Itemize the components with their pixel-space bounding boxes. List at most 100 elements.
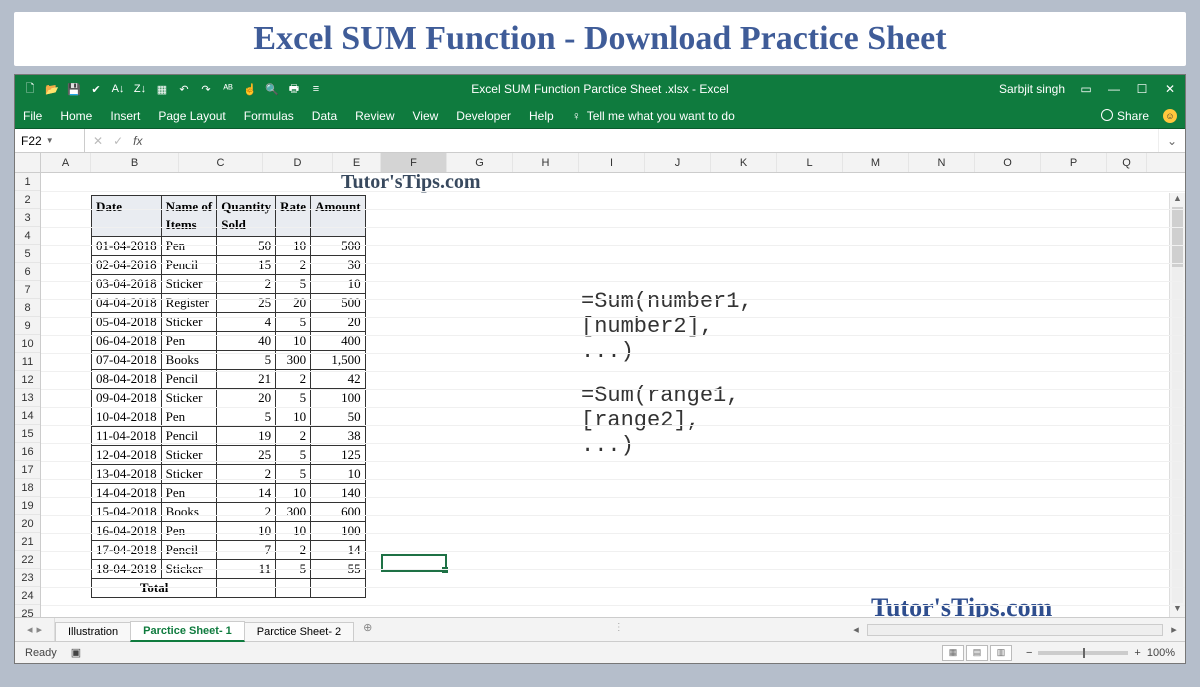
table-cell[interactable]: 7	[217, 541, 276, 560]
tab-data[interactable]: Data	[312, 109, 337, 123]
table-cell[interactable]: 14	[217, 484, 276, 503]
row-header-5[interactable]: 5	[15, 245, 40, 263]
row-header-20[interactable]: 20	[15, 515, 40, 533]
table-cell[interactable]: 25	[217, 294, 276, 313]
sheet-tab[interactable]: Parctice Sheet- 1	[130, 621, 245, 642]
row-header-17[interactable]: 17	[15, 461, 40, 479]
table-cell[interactable]: 5	[276, 389, 311, 408]
col-header-F[interactable]: F	[381, 153, 447, 172]
col-header-A[interactable]: A	[41, 153, 91, 172]
row-header-12[interactable]: 12	[15, 371, 40, 389]
table-cell[interactable]: 14	[311, 541, 366, 560]
col-header-L[interactable]: L	[777, 153, 843, 172]
prev-sheet-icon[interactable]: ◂	[27, 623, 33, 636]
zoom-level[interactable]: 100%	[1147, 647, 1175, 659]
table-cell[interactable]: 2	[217, 503, 276, 522]
row-header-16[interactable]: 16	[15, 443, 40, 461]
zoom-control[interactable]: − + 100%	[1026, 647, 1175, 659]
table-cell[interactable]: Pen	[161, 408, 217, 427]
table-cell[interactable]: Books	[161, 503, 217, 522]
table-cell[interactable]: 100	[311, 522, 366, 541]
sort-asc-icon[interactable]: A↓	[111, 82, 125, 96]
row-header-10[interactable]: 10	[15, 335, 40, 353]
table-cell[interactable]: 2	[217, 465, 276, 484]
table-cell[interactable]: 15-04-2018	[92, 503, 162, 522]
table-cell[interactable]: 17-04-2018	[92, 541, 162, 560]
table-cell[interactable]: 14-04-2018	[92, 484, 162, 503]
row-header-25[interactable]: 25	[15, 605, 40, 617]
scroll-thumb[interactable]	[1172, 207, 1183, 267]
sort-desc-icon[interactable]: Z↓	[133, 82, 147, 96]
row-header-15[interactable]: 15	[15, 425, 40, 443]
sheet-nav[interactable]: ◂ ▸	[15, 618, 55, 641]
touch-icon[interactable]: ☝	[243, 82, 257, 96]
col-header-C[interactable]: C	[179, 153, 263, 172]
table-cell[interactable]: Pencil	[161, 541, 217, 560]
vertical-scrollbar[interactable]: ▲ ▼	[1169, 193, 1185, 617]
page-layout-view-icon[interactable]: ▤	[966, 645, 988, 661]
scroll-right-icon[interactable]: ▸	[1167, 623, 1181, 636]
tell-me[interactable]: ♀ Tell me what you want to do	[572, 109, 735, 123]
chevron-down-icon[interactable]: ▼	[46, 136, 54, 145]
tab-review[interactable]: Review	[355, 109, 394, 123]
col-header-D[interactable]: D	[263, 153, 333, 172]
table-cell[interactable]: Pen	[161, 484, 217, 503]
col-header-I[interactable]: I	[579, 153, 645, 172]
table-cell[interactable]: 10	[217, 522, 276, 541]
table-cell[interactable]: 04-04-2018	[92, 294, 162, 313]
table-cell[interactable]: 08-04-2018	[92, 370, 162, 389]
table-cell[interactable]: 2	[276, 370, 311, 389]
row-header-1[interactable]: 1	[15, 173, 40, 191]
table-cell[interactable]: 10	[276, 522, 311, 541]
table-cell[interactable]: 10	[276, 484, 311, 503]
fill-handle[interactable]	[442, 567, 448, 573]
sheet-tab[interactable]: Parctice Sheet- 2	[244, 622, 354, 641]
table-cell[interactable]: Pen	[161, 237, 217, 256]
page-break-view-icon[interactable]: ▥	[990, 645, 1012, 661]
table-cell[interactable]: 10	[311, 275, 366, 294]
table-cell[interactable]: 5	[276, 313, 311, 332]
row-header-14[interactable]: 14	[15, 407, 40, 425]
row-header-4[interactable]: 4	[15, 227, 40, 245]
table-cell[interactable]: 20	[217, 389, 276, 408]
table-icon[interactable]: ▦	[155, 82, 169, 96]
table-cell[interactable]: 20	[276, 294, 311, 313]
formula-expand-icon[interactable]: ⌄	[1158, 129, 1185, 152]
more-icon[interactable]: ≡	[309, 82, 323, 96]
table-cell[interactable]: 500	[311, 294, 366, 313]
share-button[interactable]: Share	[1101, 108, 1149, 123]
row-header-13[interactable]: 13	[15, 389, 40, 407]
row-header-6[interactable]: 6	[15, 263, 40, 281]
row-header-2[interactable]: 2	[15, 191, 40, 209]
next-sheet-icon[interactable]: ▸	[37, 623, 43, 636]
fx-icon[interactable]: fx	[133, 134, 142, 148]
table-cell[interactable]: Sticker	[161, 275, 217, 294]
col-header-E[interactable]: E	[333, 153, 381, 172]
name-box[interactable]: F22 ▼	[15, 129, 85, 152]
table-cell[interactable]: Sticker	[161, 313, 217, 332]
cancel-icon[interactable]: ✕	[93, 134, 103, 148]
tab-home[interactable]: Home	[60, 109, 92, 123]
worksheet-grid[interactable]: 1234567891011121314151617181920212223242…	[15, 153, 1185, 617]
table-cell[interactable]: 140	[311, 484, 366, 503]
row-header-18[interactable]: 18	[15, 479, 40, 497]
undo-icon[interactable]: ↶	[177, 82, 191, 96]
add-sheet-button[interactable]: ⊕	[353, 618, 382, 641]
zoom-out-icon[interactable]: −	[1026, 647, 1032, 659]
col-header-O[interactable]: O	[975, 153, 1041, 172]
table-cell[interactable]: 13-04-2018	[92, 465, 162, 484]
col-header-B[interactable]: B	[91, 153, 179, 172]
table-cell[interactable]: 5	[276, 465, 311, 484]
total-cell[interactable]	[276, 579, 311, 598]
horizontal-scrollbar[interactable]: ◂ ▸	[845, 618, 1185, 641]
new-icon[interactable]: 🗋	[23, 82, 37, 96]
table-cell[interactable]: 10	[311, 465, 366, 484]
tab-insert[interactable]: Insert	[110, 109, 140, 123]
enter-icon[interactable]: ✓	[113, 134, 123, 148]
row-header-8[interactable]: 8	[15, 299, 40, 317]
col-header-J[interactable]: J	[645, 153, 711, 172]
total-cell[interactable]	[311, 579, 366, 598]
table-cell[interactable]: 03-04-2018	[92, 275, 162, 294]
table-cell[interactable]: 15	[217, 256, 276, 275]
table-cell[interactable]: 300	[276, 503, 311, 522]
